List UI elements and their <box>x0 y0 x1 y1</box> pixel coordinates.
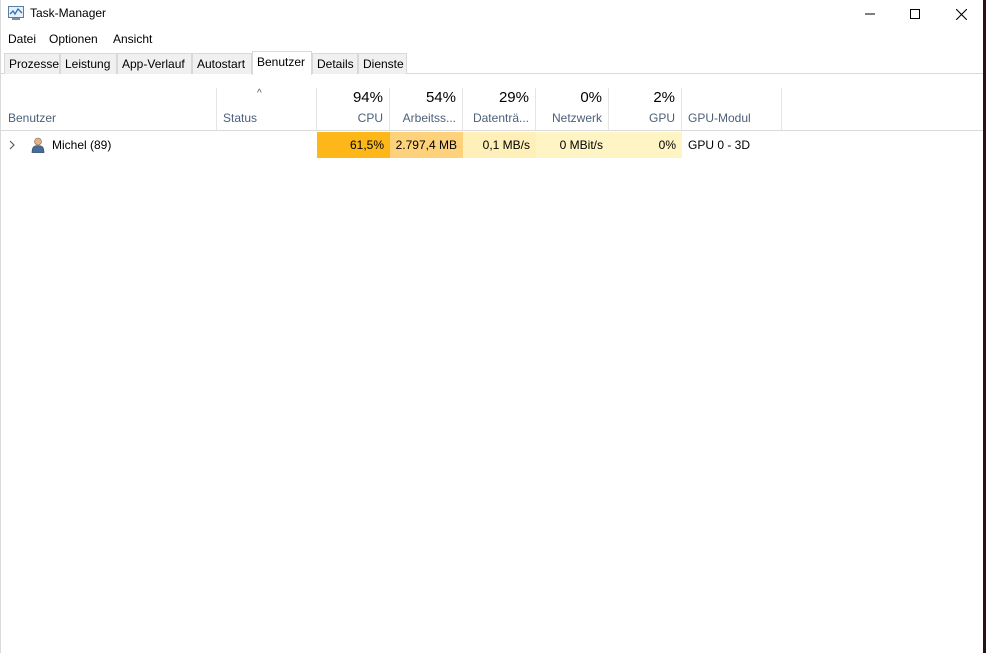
gpu-cell: 0% <box>609 132 682 158</box>
column-label: CPU <box>357 111 383 125</box>
column-header-arbeitsspeicher[interactable]: 54% Arbeitss... <box>390 88 463 130</box>
chevron-right-icon[interactable] <box>9 139 15 153</box>
network-total-percent: 0% <box>580 89 602 106</box>
close-icon <box>955 8 967 20</box>
user-icon <box>31 137 45 154</box>
column-header-status[interactable]: Status <box>217 88 317 130</box>
tab-prozesse[interactable]: Prozesse <box>4 53 60 74</box>
window-title: Task-Manager <box>30 6 107 20</box>
gpu-total-percent: 2% <box>653 89 675 106</box>
column-header-benutzer[interactable]: Benutzer <box>1 88 217 130</box>
table-row[interactable]: Michel (89) 61,5% 2.797,4 MB 0,1 MB/s 0 … <box>1 132 984 158</box>
task-manager-window: Task-Manager Datei Optionen Ansicht Proz… <box>0 0 984 653</box>
close-button[interactable] <box>938 0 984 28</box>
memory-cell: 2.797,4 MB <box>390 132 463 158</box>
column-header-netzwerk[interactable]: 0% Netzwerk <box>536 88 609 130</box>
column-label: Arbeitss... <box>402 111 456 125</box>
disk-cell: 0,1 MB/s <box>463 132 536 158</box>
column-header-row: ^ Benutzer Status 94% CPU 54% Arbeitss..… <box>1 88 984 131</box>
network-cell: 0 MBit/s <box>536 132 609 158</box>
column-header-gpu[interactable]: 2% GPU <box>609 88 682 130</box>
memory-total-percent: 54% <box>425 89 456 106</box>
column-label: Datenträ... <box>472 111 529 125</box>
column-label: Benutzer <box>8 111 57 125</box>
tab-benutzer[interactable]: Benutzer <box>252 51 312 75</box>
column-header-cpu[interactable]: 94% CPU <box>317 88 390 130</box>
maximize-button[interactable] <box>892 0 938 28</box>
tab-details[interactable]: Details <box>312 53 358 74</box>
cpu-total-percent: 94% <box>352 89 383 106</box>
user-name: Michel (89) <box>52 138 112 152</box>
tab-bar: Prozesse Leistung App-Verlauf Autostart … <box>1 51 984 75</box>
gpu-engine-cell: GPU 0 - 3D <box>688 138 751 152</box>
minimize-icon <box>865 9 875 19</box>
menu-ansicht[interactable]: Ansicht <box>113 32 152 46</box>
column-label: Netzwerk <box>551 111 602 125</box>
menu-bar: Datei Optionen Ansicht <box>1 29 984 48</box>
user-status <box>217 132 317 158</box>
column-label: GPU <box>648 111 675 125</box>
column-label: Status <box>223 111 258 125</box>
column-header-datentraeger[interactable]: 29% Datenträ... <box>463 88 536 130</box>
column-label: GPU-Modul <box>688 111 751 125</box>
tab-leistung[interactable]: Leistung <box>60 53 117 74</box>
cpu-cell: 61,5% <box>317 132 390 158</box>
task-manager-icon <box>8 6 24 20</box>
tab-app-verlauf[interactable]: App-Verlauf <box>117 53 192 74</box>
tab-dienste[interactable]: Dienste <box>358 53 407 74</box>
menu-optionen[interactable]: Optionen <box>49 32 98 46</box>
minimize-button[interactable] <box>847 0 893 28</box>
tab-autostart[interactable]: Autostart <box>192 53 252 74</box>
column-header-gpu-modul[interactable]: GPU-Modul <box>682 88 782 130</box>
title-bar: Task-Manager <box>1 0 984 28</box>
disk-total-percent: 29% <box>498 89 529 106</box>
menu-datei[interactable]: Datei <box>8 32 36 46</box>
maximize-icon <box>910 9 920 19</box>
